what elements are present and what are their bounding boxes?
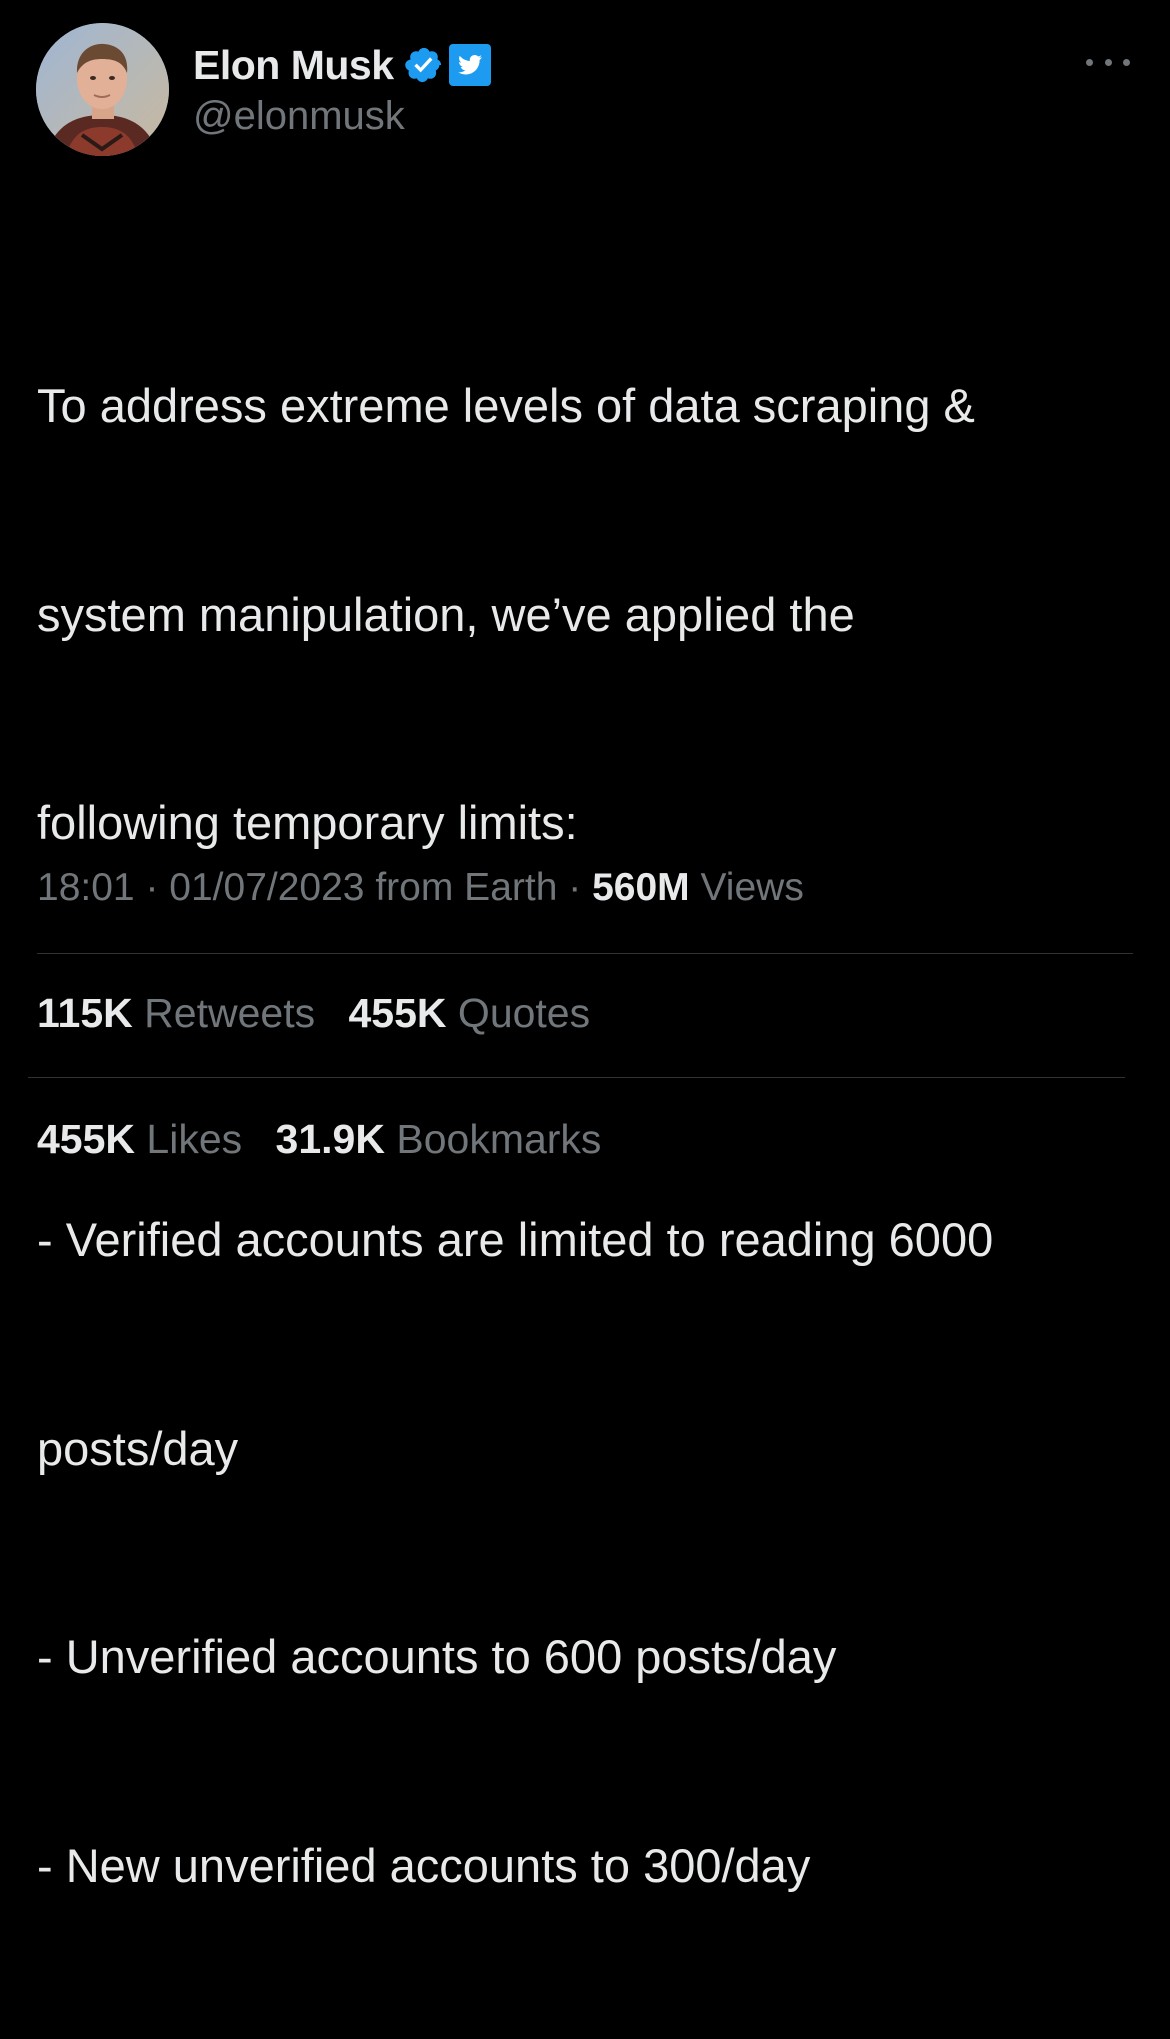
tweet-text-line: To address extreme levels of data scrapi… (37, 379, 975, 432)
quotes-stat[interactable]: 455K Quotes (349, 990, 591, 1036)
author-display-name[interactable]: Elon Musk (193, 42, 394, 89)
tweet-text-line: system manipulation, we’ve applied the (37, 587, 855, 641)
avatar[interactable] (36, 23, 169, 156)
meta-separator: · (568, 866, 582, 909)
tweet-meta: 18:01 · 01/07/2023 from Earth · 560M Vie… (37, 866, 804, 910)
quotes-label: Quotes (457, 990, 591, 1036)
tweet-text-line: following temporary limits: (37, 796, 578, 849)
stats-row-2: 455K Likes 31.9K Bookmarks (37, 1116, 623, 1163)
tweet-text-line: - Verified accounts are limited to readi… (37, 1213, 994, 1266)
views-label: Views (700, 866, 804, 909)
retweets-label: Retweets (144, 990, 316, 1036)
quotes-count: 455K (348, 990, 447, 1036)
divider (37, 953, 1133, 954)
author-name-row: Elon Musk (193, 40, 492, 90)
more-dot (1104, 58, 1112, 66)
more-dot (1123, 58, 1130, 66)
tweet-date[interactable]: 01/07/2023 (169, 866, 364, 909)
views-count: 560M (592, 866, 690, 909)
tweet-source: from Earth (375, 866, 558, 909)
tweet-detail: Elon Musk @elonmusk To address extreme l… (0, 0, 1170, 1892)
bookmarks-label: Bookmarks (396, 1116, 602, 1162)
retweets-stat[interactable]: 115K Retweets (37, 990, 315, 1036)
likes-label: Likes (146, 1116, 243, 1162)
more-options-icon[interactable] (1086, 50, 1130, 74)
author-handle[interactable]: @elonmusk (193, 94, 405, 139)
retweets-count: 115K (37, 990, 133, 1036)
stats-row-1: 115K Retweets 455K Quotes (37, 990, 612, 1037)
avatar-image (36, 23, 169, 156)
tweet-text-line: - Unverified accounts to 600 posts/day (37, 1630, 837, 1683)
tweet-text-line: posts/day (37, 1421, 239, 1475)
tweet-text-line: - New unverified accounts to 300/day (37, 1838, 811, 1892)
likes-stat[interactable]: 455K Likes (37, 1116, 242, 1162)
bookmarks-stat[interactable]: 31.9K Bookmarks (276, 1116, 602, 1162)
verified-badge-icon (404, 45, 444, 85)
bookmarks-count: 31.9K (275, 1116, 385, 1162)
more-dot (1086, 58, 1093, 66)
twitter-bird-icon[interactable] (448, 43, 492, 87)
meta-separator: · (145, 866, 159, 909)
likes-count: 455K (37, 1116, 136, 1162)
divider (28, 1077, 1125, 1078)
tweet-time[interactable]: 18:01 (37, 866, 135, 909)
